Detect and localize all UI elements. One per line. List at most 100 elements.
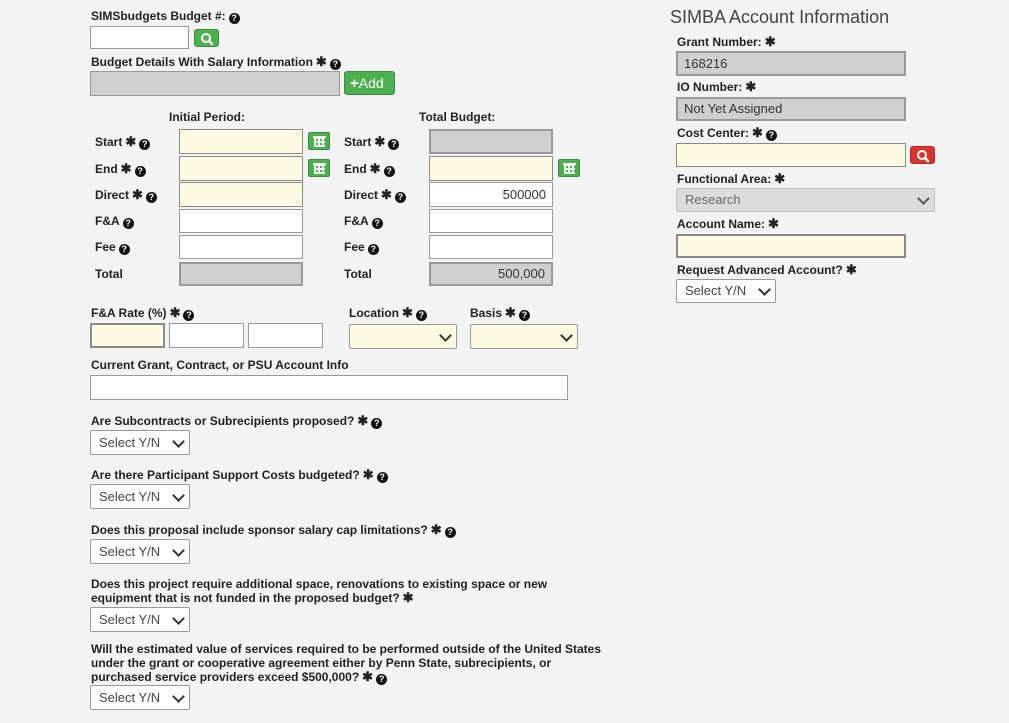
search-budget-button[interactable] — [194, 29, 219, 47]
fa-rate-input-1[interactable] — [90, 323, 165, 348]
required-icon: ✱ — [764, 34, 776, 49]
io-number-field: Not Yet Assigned — [676, 97, 906, 121]
cost-center-label: Cost Center: ✱? — [677, 125, 777, 141]
initial-fa-input[interactable] — [179, 209, 303, 233]
required-icon: ✱ — [357, 413, 369, 428]
subcontracts-question: Are Subcontracts or Subrecipients propos… — [91, 413, 383, 429]
total-start-field — [429, 129, 553, 154]
space-select[interactable]: Select Y/N — [90, 607, 190, 632]
help-icon[interactable]: ? — [371, 418, 383, 429]
account-name-label: Account Name: ✱ — [677, 216, 779, 231]
chevron-down-icon — [917, 192, 930, 205]
required-icon: ✱ — [315, 54, 327, 69]
space-question: Does this project require additional spa… — [91, 577, 548, 605]
location-label: Location ✱? — [349, 305, 427, 321]
chevron-down-icon — [172, 434, 185, 448]
required-icon: ✱ — [362, 669, 374, 684]
help-icon[interactable]: ? — [444, 527, 456, 538]
chevron-down-icon — [758, 283, 771, 296]
help-icon[interactable]: ? — [228, 13, 240, 24]
chevron-down-icon — [560, 328, 573, 342]
budget-details-field — [90, 71, 340, 96]
help-icon[interactable]: ? — [376, 674, 388, 685]
required-icon: ✱ — [745, 79, 757, 94]
basis-select[interactable] — [470, 324, 578, 349]
required-icon: ✱ — [381, 187, 392, 202]
help-icon[interactable]: ? — [376, 472, 388, 483]
salary-cap-select[interactable]: Select Y/N — [90, 539, 190, 564]
current-grant-label: Current Grant, Contract, or PSU Account … — [91, 358, 349, 372]
initial-direct-input[interactable] — [179, 182, 303, 207]
initial-end-input[interactable] — [179, 156, 303, 181]
functional-area-select: Research — [676, 188, 935, 212]
initial-start-input[interactable] — [179, 129, 303, 154]
initial-total-label: Total — [95, 267, 123, 281]
help-icon[interactable]: ? — [367, 244, 379, 255]
initial-period-header: Initial Period: — [169, 110, 246, 124]
required-icon: ✱ — [120, 161, 132, 176]
basis-label: Basis ✱? — [470, 305, 530, 321]
total-start-label: Start ✱? — [344, 134, 400, 150]
cost-center-search-button[interactable] — [910, 146, 935, 164]
calendar-icon[interactable] — [558, 159, 580, 177]
total-fee-input[interactable] — [429, 235, 553, 259]
total-fee-label: Fee? — [344, 240, 379, 255]
total-total-field: 500,000 — [429, 262, 553, 286]
cost-center-input[interactable] — [676, 143, 906, 167]
total-direct-input[interactable]: 500000 — [429, 182, 553, 207]
help-icon[interactable]: ? — [765, 130, 777, 141]
required-icon: ✱ — [132, 187, 143, 202]
location-select[interactable] — [349, 324, 457, 349]
participant-select[interactable]: Select Y/N — [90, 484, 190, 509]
budget-details-label: Budget Details With Salary Information ✱? — [91, 54, 341, 70]
outside-us-question: Will the estimated value of services req… — [91, 642, 602, 685]
total-total-label: Total — [344, 267, 372, 281]
help-icon[interactable]: ? — [183, 310, 195, 321]
budget-number-input[interactable] — [90, 26, 189, 49]
help-icon[interactable]: ? — [371, 218, 383, 229]
total-budget-header: Total Budget: — [419, 110, 496, 124]
help-icon[interactable]: ? — [145, 192, 157, 203]
required-icon: ✱ — [505, 305, 516, 320]
subcontracts-select[interactable]: Select Y/N — [90, 430, 190, 455]
account-name-input[interactable] — [676, 234, 906, 258]
help-icon[interactable]: ? — [139, 139, 151, 150]
current-grant-input[interactable] — [90, 375, 568, 400]
io-number-label: IO Number: ✱ — [677, 79, 757, 94]
required-icon: ✱ — [169, 305, 181, 320]
initial-fee-input[interactable] — [179, 235, 303, 259]
initial-fee-label: Fee? — [95, 240, 130, 255]
required-icon: ✱ — [402, 305, 413, 320]
fa-rate-input-3[interactable] — [248, 323, 323, 348]
total-fa-input[interactable] — [429, 209, 553, 233]
help-icon[interactable]: ? — [518, 310, 530, 321]
total-end-label: End ✱? — [344, 161, 395, 177]
help-icon[interactable]: ? — [118, 244, 130, 255]
request-advanced-select[interactable]: Select Y/N — [676, 279, 776, 303]
help-icon[interactable]: ? — [415, 310, 427, 321]
calendar-icon[interactable] — [308, 159, 330, 177]
fa-rate-label: F&A Rate (%) ✱? — [91, 305, 195, 321]
chevron-down-icon — [172, 611, 185, 625]
total-end-input[interactable] — [429, 156, 553, 181]
salary-cap-question: Does this proposal include sponsor salar… — [91, 522, 456, 538]
required-icon: ✱ — [125, 134, 137, 149]
help-icon[interactable]: ? — [394, 192, 406, 203]
grant-number-label: Grant Number: ✱ — [677, 34, 776, 49]
fa-rate-input-2[interactable] — [169, 323, 244, 348]
calendar-icon[interactable] — [308, 132, 330, 150]
chevron-down-icon — [439, 328, 452, 342]
add-budget-button[interactable]: +Add — [344, 71, 395, 95]
simba-title: SIMBA Account Information — [670, 7, 890, 27]
help-icon[interactable]: ? — [329, 59, 341, 70]
required-icon: ✱ — [774, 171, 786, 186]
help-icon[interactable]: ? — [383, 166, 395, 177]
help-icon[interactable]: ? — [388, 139, 400, 150]
chevron-down-icon — [172, 488, 185, 502]
help-icon[interactable]: ? — [122, 218, 134, 229]
plus-icon: + — [350, 75, 359, 92]
budget-number-label: SIMSbudgets Budget #:? — [91, 9, 240, 24]
initial-fa-label: F&A? — [95, 214, 134, 229]
help-icon[interactable]: ? — [134, 166, 146, 177]
outside-us-select[interactable]: Select Y/N — [90, 685, 190, 710]
